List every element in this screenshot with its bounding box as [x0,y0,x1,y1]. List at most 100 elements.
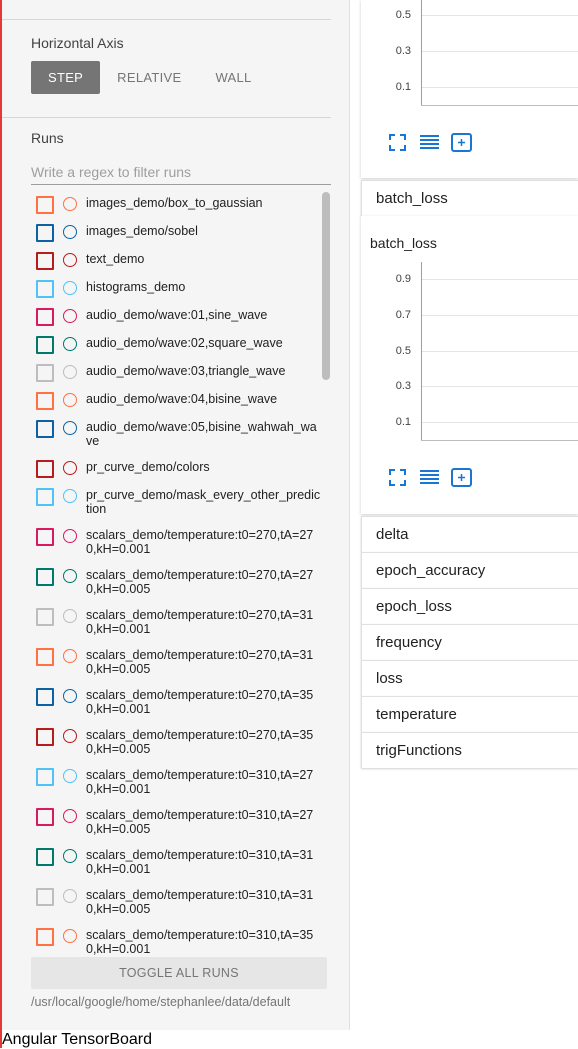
run-color-circle[interactable] [63,529,77,543]
run-checkbox[interactable] [36,728,54,746]
run-color-circle[interactable] [63,849,77,863]
run-item[interactable]: scalars_demo/temperature:t0=270,tA=270,k… [31,562,326,602]
run-checkbox[interactable] [36,280,54,298]
run-color-circle[interactable] [63,337,77,351]
group-delta[interactable]: delta [361,516,578,552]
group-loss[interactable]: loss [361,660,578,696]
run-item[interactable]: scalars_demo/temperature:t0=270,tA=310,k… [31,602,326,642]
runs-scrollbar[interactable] [322,192,330,380]
run-checkbox[interactable] [36,528,54,546]
axis-step-button[interactable]: STEP [31,61,101,94]
run-color-circle[interactable] [63,609,77,623]
logdir-path: /usr/local/google/home/stephanlee/data/d… [31,995,291,1009]
run-color-circle[interactable] [63,225,77,239]
run-item[interactable]: scalars_demo/temperature:t0=310,tA=310,k… [31,842,326,882]
run-name: pr_curve_demo/colors [86,460,210,474]
run-color-circle[interactable] [63,365,77,379]
run-color-circle[interactable] [63,461,77,475]
group-frequency[interactable]: frequency [361,624,578,660]
run-checkbox[interactable] [36,648,54,666]
run-color-circle[interactable] [63,309,77,323]
run-checkbox[interactable] [36,928,54,946]
fullscreen-icon[interactable] [389,134,406,151]
group-batch-loss[interactable]: batch_loss [361,180,578,216]
run-name: scalars_demo/temperature:t0=270,tA=350,k… [86,688,314,716]
run-checkbox[interactable] [36,308,54,326]
run-color-circle[interactable] [63,729,77,743]
y-tick-label: 0.5 [395,345,411,357]
run-item[interactable]: scalars_demo/temperature:t0=310,tA=350,k… [31,922,326,958]
run-color-circle[interactable] [63,253,77,267]
divider [2,19,331,20]
fit-domain-icon[interactable] [451,468,472,487]
group-trig-functions[interactable]: trigFunctions [361,732,578,768]
run-checkbox[interactable] [36,888,54,906]
run-item[interactable]: scalars_demo/temperature:t0=310,tA=310,k… [31,882,326,922]
run-color-circle[interactable] [63,769,77,783]
run-item[interactable]: pr_curve_demo/colors [31,454,326,482]
run-color-circle[interactable] [63,393,77,407]
run-checkbox[interactable] [36,460,54,478]
run-item[interactable]: scalars_demo/temperature:t0=270,tA=350,k… [31,682,326,722]
y-tick-label: 0.1 [395,416,411,428]
run-item[interactable]: scalars_demo/temperature:t0=270,tA=270,k… [31,522,326,562]
run-checkbox[interactable] [36,608,54,626]
run-checkbox[interactable] [36,768,54,786]
run-color-circle[interactable] [63,689,77,703]
run-name: scalars_demo/temperature:t0=310,tA=270,k… [86,808,314,836]
run-color-circle[interactable] [63,569,77,583]
gridline [421,351,578,352]
run-color-circle[interactable] [63,197,77,211]
log-scale-icon[interactable] [420,469,439,486]
run-item[interactable]: audio_demo/wave:01,sine_wave [31,302,326,330]
axis-relative-button[interactable]: RELATIVE [100,61,198,94]
run-color-circle[interactable] [63,649,77,663]
toggle-all-runs-button[interactable]: TOGGLE ALL RUNS [31,957,327,989]
run-item[interactable]: images_demo/sobel [31,218,326,246]
group-epoch-accuracy[interactable]: epoch_accuracy [361,552,578,588]
run-name: scalars_demo/temperature:t0=310,tA=310,k… [86,848,314,876]
run-color-circle[interactable] [63,929,77,943]
run-color-circle[interactable] [63,489,77,503]
run-checkbox[interactable] [36,488,54,506]
run-item[interactable]: text_demo [31,246,326,274]
run-item[interactable]: scalars_demo/temperature:t0=270,tA=350,k… [31,722,326,762]
run-checkbox[interactable] [36,808,54,826]
fullscreen-icon[interactable] [389,469,406,486]
group-temperature[interactable]: temperature [361,696,578,732]
run-item[interactable]: histograms_demo [31,274,326,302]
run-item[interactable]: scalars_demo/temperature:t0=310,tA=270,k… [31,802,326,842]
run-checkbox[interactable] [36,336,54,354]
log-scale-icon[interactable] [420,134,439,151]
run-color-circle[interactable] [63,889,77,903]
run-color-circle[interactable] [63,809,77,823]
run-item[interactable]: audio_demo/wave:04,bisine_wave [31,386,326,414]
run-color-circle[interactable] [63,421,77,435]
run-item[interactable]: scalars_demo/temperature:t0=310,tA=270,k… [31,762,326,802]
run-item[interactable]: images_demo/box_to_gaussian [31,190,326,218]
run-item[interactable]: audio_demo/wave:03,triangle_wave [31,358,326,386]
fit-domain-icon[interactable] [451,133,472,152]
run-checkbox[interactable] [36,196,54,214]
run-item[interactable]: audio_demo/wave:05,bisine_wahwah_wave [31,414,326,454]
run-name: histograms_demo [86,280,186,294]
run-checkbox[interactable] [36,420,54,438]
run-item[interactable]: scalars_demo/temperature:t0=270,tA=310,k… [31,642,326,682]
run-checkbox[interactable] [36,252,54,270]
run-checkbox[interactable] [36,224,54,242]
run-checkbox[interactable] [36,568,54,586]
gridline [421,315,578,316]
divider [2,117,331,118]
run-color-circle[interactable] [63,281,77,295]
runs-filter-input[interactable] [31,160,331,185]
y-tick-label: 0.3 [395,380,411,392]
group-epoch-loss[interactable]: epoch_loss [361,588,578,624]
run-checkbox[interactable] [36,364,54,382]
axis-wall-button[interactable]: WALL [198,61,268,94]
run-item[interactable]: pr_curve_demo/mask_every_other_predictio… [31,482,326,522]
run-name: audio_demo/wave:04,bisine_wave [86,392,278,406]
run-checkbox[interactable] [36,392,54,410]
run-checkbox[interactable] [36,848,54,866]
run-checkbox[interactable] [36,688,54,706]
run-item[interactable]: audio_demo/wave:02,square_wave [31,330,326,358]
